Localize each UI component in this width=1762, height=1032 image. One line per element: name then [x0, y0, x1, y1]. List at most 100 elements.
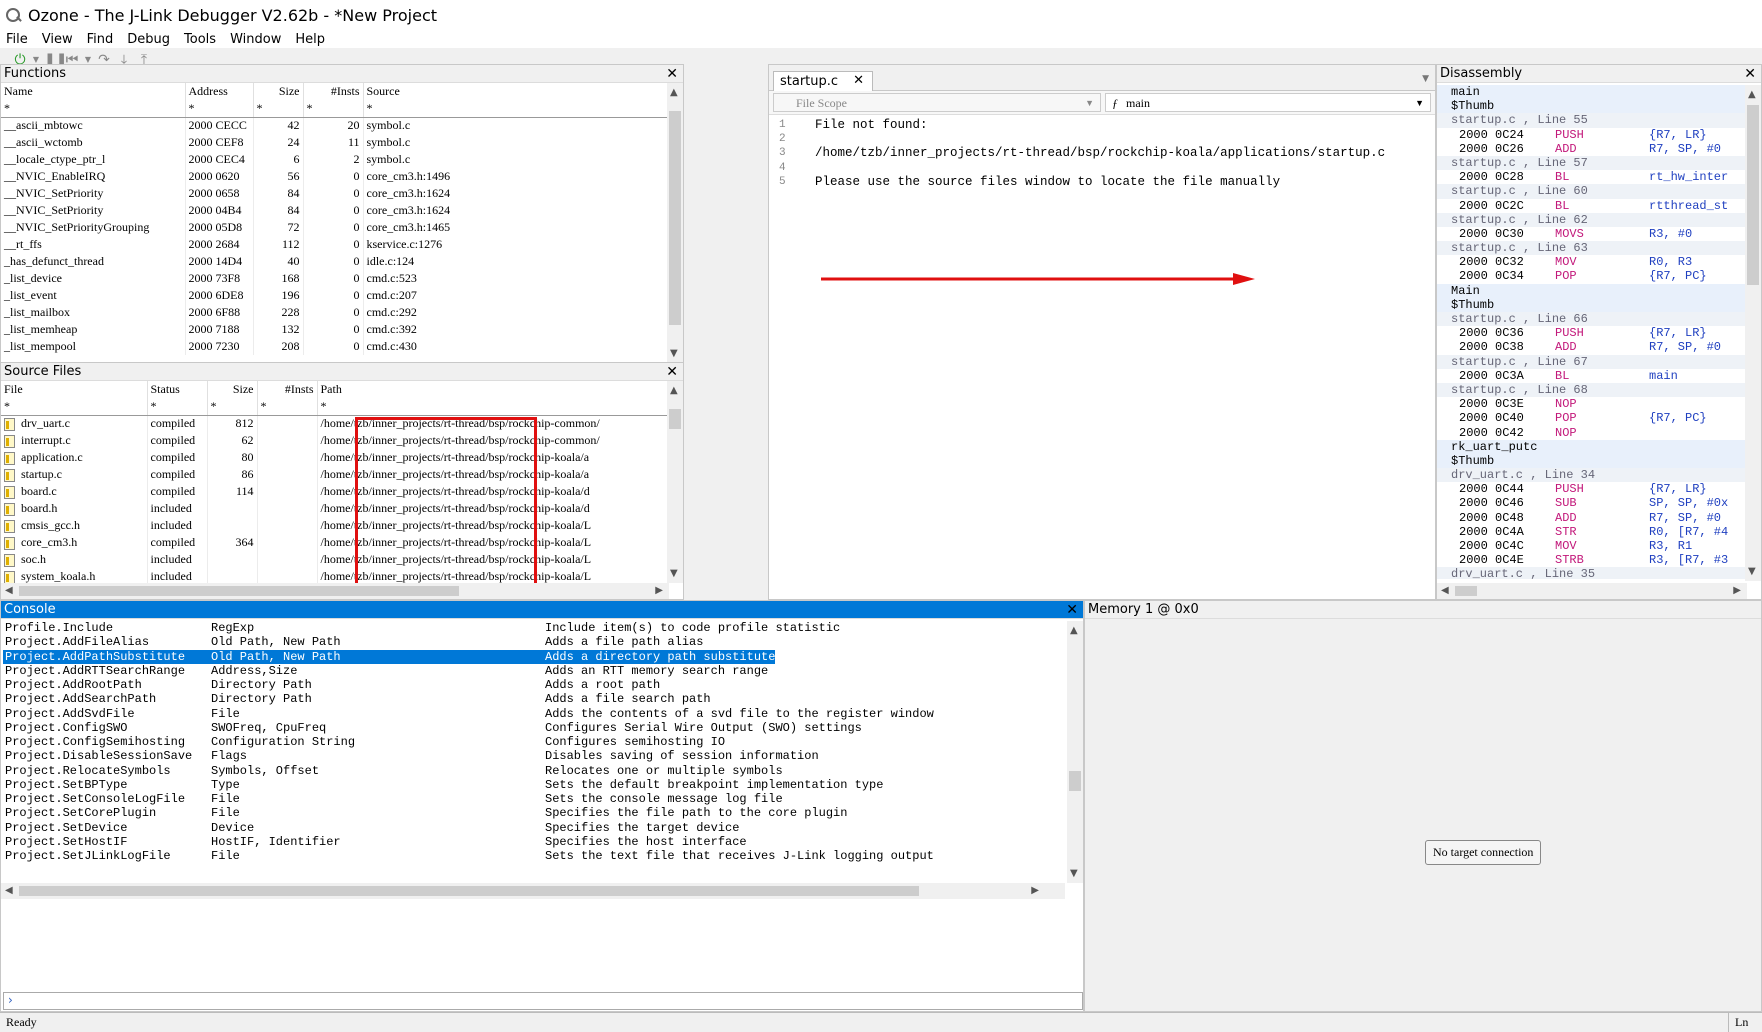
filter-input[interactable]: * [147, 398, 208, 416]
console-line[interactable]: Project.ConfigSWO SWOFreq, CpuFreq Configu… [1, 721, 1065, 735]
source-file-icon [4, 553, 15, 567]
menu-find[interactable]: Find [81, 32, 122, 47]
console-vscroll[interactable]: ▲ ▼ [1067, 621, 1083, 883]
console-description: Adds a file path alias [545, 635, 704, 650]
table-row[interactable]: soc.h included/home/tzb/inner_projects/rt… [1, 551, 668, 568]
col-address[interactable]: Address [185, 83, 254, 100]
col-size[interactable]: Size [207, 381, 258, 398]
filter-input[interactable]: * [185, 100, 254, 118]
table-row[interactable]: _list_mailbox 2000 6F88 228 0 cmd.c:292 [1, 304, 668, 321]
col-status[interactable]: Status [147, 381, 208, 398]
table-row[interactable]: __locale_ctype_ptr_l 2000 CEC4 6 2 symbol.c [1, 151, 668, 168]
filter-input[interactable]: * [1, 398, 148, 416]
editor-code-area[interactable]: 1 File not found: 2 3/home/tzb/inner_projec… [769, 115, 1435, 189]
menu-tools[interactable]: Tools [178, 32, 224, 47]
status-bar: Ready Ln [0, 1012, 1762, 1032]
menu-help[interactable]: Help [289, 32, 333, 47]
filter-input[interactable]: * [1, 100, 186, 118]
console-line[interactable]: Project.SetHostIF HostIF, Identifier Speci… [1, 835, 1065, 849]
filter-input[interactable]: * [317, 398, 668, 416]
console-hscroll[interactable]: ◀ ▶ [1, 883, 1065, 899]
table-row[interactable]: _list_event 2000 6DE8 196 0 cmd.c:207 [1, 287, 668, 304]
table-row[interactable]: __ascii_wctomb 2000 CEF8 24 11 symbol.c [1, 134, 668, 151]
disassembly-instruction: 2000 0C34 POP {R7, PC} [1437, 269, 1745, 283]
table-row[interactable]: startup.c compiled 86/home/tzb/inner_proje… [1, 466, 668, 483]
console-line[interactable]: Project.AddPathSubstitute Old Path, New P… [1, 649, 1065, 664]
table-row[interactable]: __rt_ffs 2000 2684 112 0 kservice.c:1276 [1, 236, 668, 253]
file-size: 364 [207, 534, 258, 551]
console-line[interactable]: Project.AddFileAlias Old Path, New Path Ad… [1, 635, 1065, 649]
disassembly-code[interactable]: main $Thumb startup.c , Line 55 2000 0C24 PU… [1437, 85, 1745, 579]
function-insts: 0 [303, 287, 364, 304]
col-file[interactable]: File [1, 381, 148, 398]
source-files-vscroll[interactable]: ▲ ▼ [667, 381, 683, 583]
table-row[interactable]: drv_uart.c compiled 812/home/tzb/inner_pro… [1, 415, 668, 432]
table-row[interactable]: board.c compiled 114/home/tzb/inner_projec… [1, 483, 668, 500]
table-row[interactable]: _list_memheap 2000 7188 132 0 cmd.c:392 [1, 321, 668, 338]
console-command-input[interactable]: › [3, 992, 1083, 1010]
col-name[interactable]: Name [1, 83, 186, 100]
menu-view[interactable]: View [36, 32, 81, 47]
filter-input[interactable]: * [363, 100, 668, 118]
chevron-down-icon[interactable]: ▼ [1422, 74, 1429, 84]
console-line[interactable]: Profile.Include RegExp Include item(s) to … [1, 621, 1065, 635]
menu-file[interactable]: File [0, 32, 36, 47]
col-insts[interactable]: #Insts [257, 381, 318, 398]
filter-input[interactable]: * [207, 398, 258, 416]
tab-startup-c[interactable]: startup.c ✕ [773, 71, 873, 91]
table-row[interactable]: __NVIC_SetPriority 2000 04B4 84 0 core_cm3.h… [1, 202, 668, 219]
filter-input[interactable]: * [253, 100, 304, 118]
functions-vscroll[interactable]: ▲ ▼ [667, 83, 683, 363]
col-insts[interactable]: #Insts [303, 83, 364, 100]
close-icon[interactable]: ✕ [1066, 601, 1078, 619]
filter-input[interactable]: * [303, 100, 364, 118]
console-line[interactable]: Project.SetCorePlugin File Specifies the f… [1, 806, 1065, 820]
source-files-hscroll[interactable]: ◀ ▶ [1, 583, 669, 599]
file-label: cmsis_gcc.h [21, 518, 80, 532]
console-line[interactable]: Project.AddSvdFile File Adds the contents … [1, 707, 1065, 721]
menu-debug[interactable]: Debug [121, 32, 178, 47]
close-icon[interactable]: ✕ [1744, 65, 1756, 83]
file-status: compiled [147, 534, 208, 551]
console-line[interactable]: Project.AddSearchPath Directory Path Adds … [1, 692, 1065, 706]
col-size[interactable]: Size [253, 83, 304, 100]
console-line[interactable]: Project.SetBPType Type Sets the default br… [1, 778, 1065, 792]
table-row[interactable]: _has_defunct_thread 2000 14D4 40 0 idle.c:12… [1, 253, 668, 270]
disassembly-hscroll[interactable]: ◀ ▶ [1437, 583, 1747, 599]
table-row[interactable]: board.h included/home/tzb/inner_projects/… [1, 500, 668, 517]
filter-input[interactable]: * [257, 398, 318, 416]
console-line[interactable]: Project.SetJLinkLogFile File Sets the text… [1, 849, 1065, 863]
table-row[interactable]: __ascii_mbtowc 2000 CECC 42 20 symbol.c [1, 117, 668, 134]
console-line[interactable]: Project.SetConsoleLogFile File Sets the co… [1, 792, 1065, 806]
close-icon[interactable]: ✕ [853, 73, 864, 88]
close-icon[interactable]: ✕ [666, 65, 678, 83]
function-combo[interactable]: ƒ main ▼ [1105, 93, 1431, 112]
table-row[interactable]: __NVIC_SetPriorityGrouping 2000 05D8 72 0 co… [1, 219, 668, 236]
function-size: 40 [253, 253, 304, 270]
table-row[interactable]: interrupt.c compiled 62/home/tzb/inner_pro… [1, 432, 668, 449]
table-row[interactable]: cmsis_gcc.h included/home/tzb/inner_proje… [1, 517, 668, 534]
console-line[interactable]: Project.AddRootPath Directory Path Adds a … [1, 678, 1065, 692]
table-row[interactable]: application.c compiled 80/home/tzb/inner_p… [1, 449, 668, 466]
console-line[interactable]: Project.RelocateSymbols Symbols, Offset Re… [1, 764, 1065, 778]
table-row[interactable]: core_cm3.h compiled 364/home/tzb/inner_pro… [1, 534, 668, 551]
scope-combo[interactable]: File Scope ▼ [773, 93, 1101, 112]
instruction-mnemonic: PUSH [1555, 127, 1584, 142]
table-row[interactable]: _list_device 2000 73F8 168 0 cmd.c:523 [1, 270, 668, 287]
table-row[interactable]: _list_mempool 2000 7230 208 0 cmd.c:430 [1, 338, 668, 355]
disassembly-vscroll[interactable]: ▲ ▼ [1745, 85, 1761, 581]
disassembly-source-ref: startup.c , Line 68 [1437, 382, 1745, 398]
instruction-address: 2000 0C48 [1459, 510, 1524, 525]
console-line[interactable]: Project.SetDevice Device Specifies the tar… [1, 821, 1065, 835]
col-path[interactable]: Path [317, 381, 668, 398]
function-name: _list_mailbox [1, 304, 186, 321]
col-source[interactable]: Source [363, 83, 668, 100]
close-icon[interactable]: ✕ [666, 363, 678, 381]
menu-window[interactable]: Window [224, 32, 289, 47]
console-line[interactable]: Project.DisableSessionSave Flags Disables … [1, 749, 1065, 763]
console-line[interactable]: Project.AddRTTSearchRange Address,Size Add… [1, 664, 1065, 678]
table-row[interactable]: __NVIC_EnableIRQ 2000 0620 56 0 core_cm3.h:1… [1, 168, 668, 185]
console-line[interactable]: Project.ConfigSemihosting Configuration S… [1, 735, 1065, 749]
disassembly-instruction: 2000 0C44 PUSH {R7, LR} [1437, 482, 1745, 496]
table-row[interactable]: __NVIC_SetPriority 2000 0658 84 0 core_cm3.h… [1, 185, 668, 202]
